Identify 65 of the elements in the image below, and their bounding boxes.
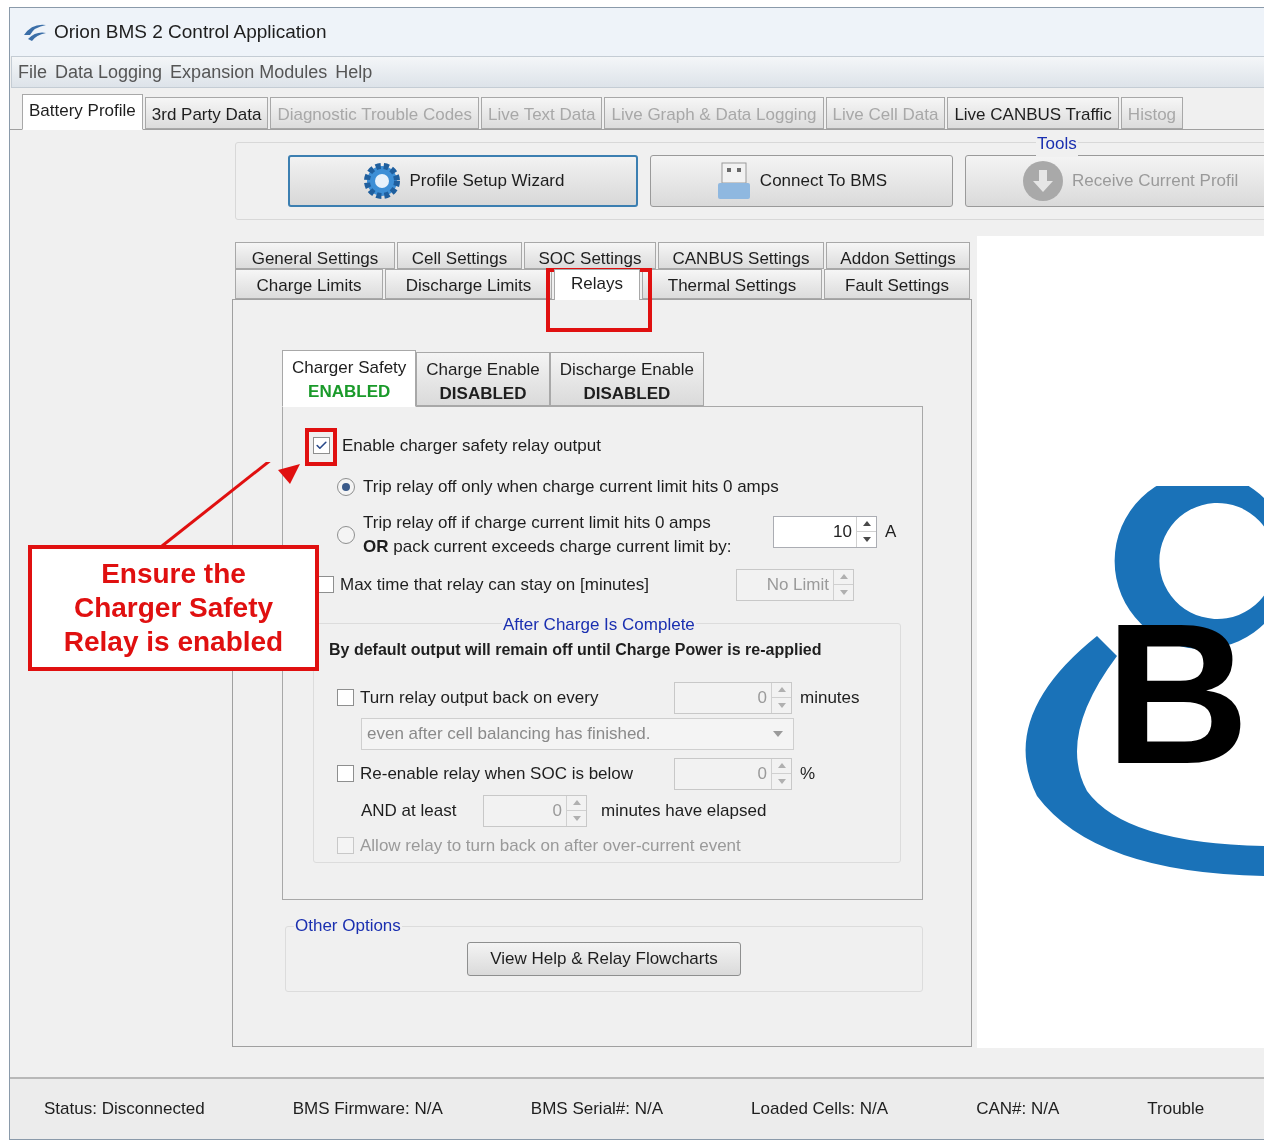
menu-item[interactable]: Expansion Modules [170, 58, 328, 86]
status-text: Loaded Cells: N/A [751, 1098, 889, 1121]
settings-tab[interactable]: Discharge Limits [385, 269, 552, 299]
settings-tab[interactable]: Cell Settings [397, 242, 522, 269]
spin-box[interactable]: 10 [773, 515, 877, 548]
status-text: Status: Disconnected [44, 1098, 205, 1121]
status-text: Trouble [1147, 1098, 1205, 1121]
tab-status: DISABLED [583, 382, 671, 405]
settings-tab[interactable]: Charge Limits [235, 269, 383, 299]
option-label: Trip relay off only when charge current limit hits 0 amps [363, 475, 779, 498]
download-icon [1022, 160, 1064, 202]
status-text: CAN#: N/A [976, 1098, 1060, 1121]
gear-icon [361, 161, 402, 201]
option-label: OR pack current exceeds charge current limit by: [363, 535, 732, 558]
relay-tab[interactable]: Discharge Enable DISABLED [549, 352, 704, 406]
status-text: BMS Serial#: N/A [530, 1098, 664, 1121]
checkbox[interactable] [313, 437, 330, 455]
dropdown-arrow-icon [773, 730, 783, 737]
option-label: Enable charger safety relay output [342, 435, 601, 457]
highlight-frame [305, 428, 337, 466]
unit-label: minutes have elapsed [601, 799, 767, 822]
option-label: Max time that relay can stay on [minutes] [340, 573, 650, 596]
settings-tab[interactable]: General Settings [235, 242, 395, 269]
callout-text: Relay is enabled [63, 625, 284, 659]
tab-label: Charger Safety [292, 357, 407, 379]
unit-label: A [885, 520, 897, 543]
option-label: Re-enable relay when SOC is below [360, 762, 635, 785]
unit-label: % [800, 762, 816, 785]
settings-tab[interactable]: CANBUS Settings [658, 242, 824, 269]
up-arrow-icon[interactable] [862, 521, 871, 527]
tab-label: Charge Enable [426, 359, 540, 381]
settings-tab[interactable]: Thermal Settings [642, 269, 822, 299]
menu-item[interactable]: Data Logging [55, 58, 163, 86]
usb-drive-icon [715, 161, 752, 201]
tab[interactable]: Live CANBUS Traffic [947, 97, 1119, 129]
menu-item[interactable]: Help [335, 58, 373, 86]
option-label: Allow relay to turn back on after over-current event [360, 834, 741, 857]
tool-button[interactable]: Connect To BMS [650, 155, 953, 207]
settings-tab[interactable]: Relays [554, 269, 640, 300]
settings-tab[interactable]: Addon Settings [826, 242, 970, 269]
tool-button[interactable]: Profile Setup Wizard [288, 155, 638, 207]
callout-text: Ensure the [101, 557, 246, 591]
settings-tab[interactable]: Fault Settings [824, 269, 970, 299]
settings-tab[interactable]: SOC Settings [524, 242, 656, 269]
logo-letter: B [1105, 594, 1250, 794]
option-label: Trip relay off if charge current limit hits 0 amps [363, 511, 711, 534]
menu-item[interactable]: File [18, 58, 47, 86]
tab[interactable]: 3rd Party Data [144, 97, 269, 129]
radio-button[interactable] [337, 477, 355, 496]
info-text: By default output will remain off until Charge Power is re-applied [329, 639, 823, 660]
unit-label: minutes [800, 686, 860, 709]
help-button[interactable]: View Help & Relay Flowcharts [467, 942, 741, 976]
option-label: AND at least [361, 799, 458, 822]
relay-tab[interactable]: Charger Safety ENABLED [282, 350, 417, 407]
relay-tab[interactable]: Charge Enable DISABLED [416, 352, 550, 406]
callout-text: Charger Safety [73, 591, 274, 625]
tab-status: DISABLED [439, 382, 527, 405]
tab-status: ENABLED [308, 380, 391, 403]
option-label: Turn relay output back on every [360, 686, 600, 709]
status-text: BMS Firmware: N/A [292, 1098, 443, 1121]
tab-label: Discharge Enable [559, 359, 694, 381]
radio-button[interactable] [337, 525, 355, 544]
down-arrow-icon[interactable] [862, 536, 871, 542]
window-title: Orion BMS 2 Control Application [54, 19, 327, 44]
tab[interactable]: Battery Profile [22, 94, 143, 130]
